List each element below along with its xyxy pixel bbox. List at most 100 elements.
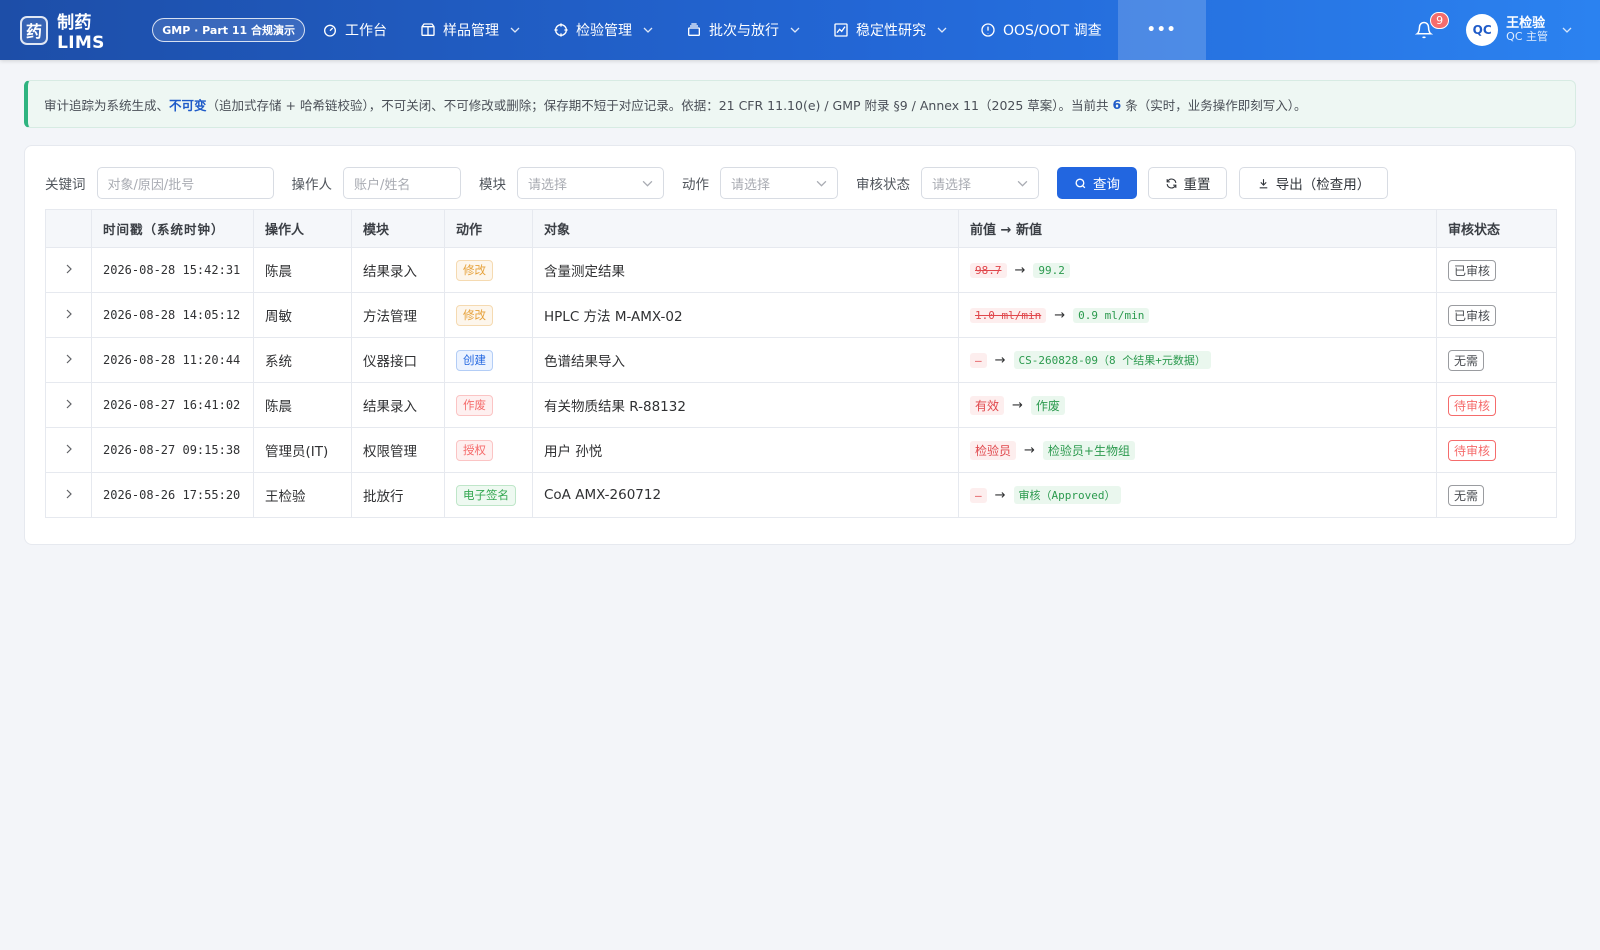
search-button[interactable]: 查询: [1057, 167, 1137, 199]
nav-item-5[interactable]: OOS/OOT 调查: [963, 0, 1118, 60]
nav-item-1[interactable]: 样品管理: [403, 0, 536, 60]
cell-object: 含量测定结果: [532, 247, 959, 293]
search-icon: [1075, 177, 1086, 188]
review-status-label: 审核状态: [856, 177, 910, 193]
download-icon: [1259, 178, 1268, 188]
table-row[interactable]: 2026-08-27 09:15:38 管理员(IT) 权限管理 授权 用户 孙悦 检验员…: [45, 427, 1557, 473]
chevron-right-icon: [66, 354, 72, 364]
expand-row-button[interactable]: [45, 472, 92, 518]
chevron-down-icon: [937, 25, 947, 35]
chevron-right-icon: [66, 309, 72, 319]
export-button[interactable]: 导出（检查用）: [1239, 167, 1388, 199]
cell-module: 仪器接口: [351, 337, 445, 383]
expand-row-button[interactable]: [45, 337, 92, 383]
cell-module: 权限管理: [351, 427, 445, 473]
old-value: –: [970, 352, 987, 368]
audit-trail-notice: 审计追踪为系统生成、 不可变 （追加式存储 + 哈希链校验），不可关闭、不可修改或删…: [24, 80, 1576, 128]
column-header-operator[interactable]: 操作人: [253, 209, 352, 248]
arrow-right-icon: →: [1012, 397, 1023, 413]
trend-chart-icon: [832, 22, 849, 39]
nav-item-label: 批次与放行: [709, 23, 779, 39]
cell-action: 修改: [444, 292, 533, 338]
cell-change: – → 审核（Approved）: [958, 472, 1437, 518]
nav-item-2[interactable]: 检验管理: [536, 0, 669, 60]
status-badge: 无需: [1448, 349, 1485, 371]
cell-module: 结果录入: [351, 382, 445, 428]
operator-input[interactable]: 账户/姓名: [343, 167, 461, 199]
column-header-action[interactable]: 动作: [444, 209, 533, 248]
cell-action: 授权: [444, 427, 533, 473]
cell-change: 98.7 → 99.2: [958, 247, 1437, 293]
column-header-change[interactable]: 前值 → 新值: [958, 209, 1437, 248]
nav-more-button[interactable]: •••: [1117, 0, 1206, 60]
cell-review-status: 已审核: [1436, 247, 1557, 293]
column-header-module[interactable]: 模块: [351, 209, 445, 248]
cell-review-status: 待审核: [1436, 382, 1557, 428]
table-row[interactable]: 2026-08-26 17:55:20 王检验 批放行 电子签名 CoA AMX-260…: [45, 472, 1557, 518]
cell-module: 结果录入: [351, 247, 445, 293]
header-right: 9 QC 王检验 QC 主管: [1404, 0, 1600, 60]
user-name: 王检验: [1506, 15, 1546, 31]
cell-operator: 系统: [253, 337, 352, 383]
nav-item-0[interactable]: 工作台: [305, 0, 403, 60]
cell-timestamp: 2026-08-28 15:42:31: [91, 247, 254, 293]
expand-row-button[interactable]: [45, 247, 92, 293]
arrow-right-icon: →: [1014, 263, 1026, 278]
new-value: 检验员+生物组: [1042, 440, 1135, 460]
notification-button[interactable]: 9: [1404, 10, 1450, 50]
chevron-down-icon: [790, 25, 800, 35]
nav-item-3[interactable]: 批次与放行: [669, 0, 816, 60]
cell-timestamp: 2026-08-27 09:15:38: [91, 427, 254, 473]
column-header-review-status[interactable]: 审核状态: [1436, 209, 1557, 248]
table-row[interactable]: 2026-08-28 11:20:44 系统 仪器接口 创建 色谱结果导入 – → CS-26…: [45, 337, 1557, 383]
export-button-label: 导出（检查用）: [1275, 177, 1371, 193]
chevron-right-icon: [66, 489, 72, 499]
cell-review-status: 无需: [1436, 472, 1557, 518]
keyword-input[interactable]: 对象/原因/批号: [96, 167, 274, 199]
layers-icon: [685, 22, 702, 39]
old-value: 98.7: [970, 263, 1007, 278]
status-badge: 待审核: [1448, 394, 1497, 416]
expand-row-button[interactable]: [45, 382, 92, 428]
old-value: 有效: [970, 395, 1005, 415]
user-menu[interactable]: QC 王检验 QC 主管: [1466, 14, 1572, 46]
cell-change: 1.0 ml/min → 0.9 ml/min: [958, 292, 1437, 338]
module-select[interactable]: 请选择: [517, 167, 664, 199]
column-header-timestamp[interactable]: 时间戳（系统时钟）: [91, 209, 254, 248]
cell-timestamp: 2026-08-28 14:05:12: [91, 292, 254, 338]
cell-review-status: 待审核: [1436, 427, 1557, 473]
review-status-select-value: 请选择: [932, 177, 972, 193]
reset-button[interactable]: 重置: [1148, 167, 1227, 199]
expand-row-button[interactable]: [45, 292, 92, 338]
module-label: 模块: [479, 177, 506, 193]
cell-operator: 管理员(IT): [253, 427, 352, 473]
expand-row-button[interactable]: [45, 427, 92, 473]
status-badge: 无需: [1448, 484, 1485, 506]
table-row[interactable]: 2026-08-28 15:42:31 陈晨 结果录入 修改 含量测定结果 98.7 → 99…: [45, 247, 1557, 293]
cell-operator: 陈晨: [253, 382, 352, 428]
arrow-right-icon: →: [1054, 308, 1066, 323]
status-badge: 已审核: [1448, 259, 1497, 281]
old-value: 1.0 ml/min: [970, 308, 1047, 323]
chevron-down-icon: [642, 180, 653, 187]
chevron-down-icon: [1017, 180, 1028, 187]
column-header-expand: [45, 209, 92, 248]
keyword-label: 关键词: [45, 177, 86, 193]
old-value: 检验员: [970, 440, 1017, 460]
column-header-object[interactable]: 对象: [532, 209, 959, 248]
cell-change: 有效 → 作废: [958, 382, 1437, 428]
nav-item-4[interactable]: 稳定性研究: [816, 0, 963, 60]
notification-count-badge: 9: [1430, 12, 1450, 29]
action-select[interactable]: 请选择: [720, 167, 838, 199]
brand[interactable]: 药 制药 LIMS GMP · Part 11 合规演示: [0, 8, 305, 53]
app-logo: 药: [20, 15, 49, 45]
notice-count: 6: [1112, 96, 1122, 112]
table-row[interactable]: 2026-08-27 16:41:02 陈晨 结果录入 作废 有关物质结果 R-8813…: [45, 382, 1557, 428]
notice-suffix: 条（实时，业务操作即刻写入）。: [1125, 97, 1307, 113]
arrow-right-icon: →: [994, 352, 1006, 368]
table-row[interactable]: 2026-08-28 14:05:12 周敏 方法管理 修改 HPLC 方法 M-AMX…: [45, 292, 1557, 338]
cell-timestamp: 2026-08-26 17:55:20: [91, 472, 254, 518]
chevron-right-icon: [66, 399, 72, 409]
review-status-select[interactable]: 请选择: [921, 167, 1039, 199]
notice-prefix: 审计追踪为系统生成、: [44, 97, 170, 113]
